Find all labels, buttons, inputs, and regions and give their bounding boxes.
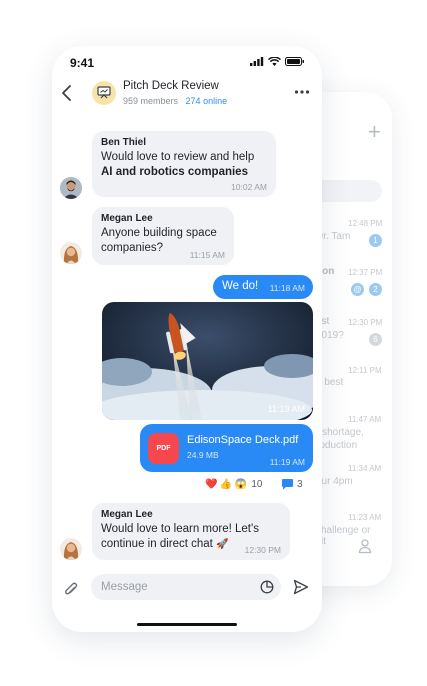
home-indicator <box>137 623 237 626</box>
presentation-board-icon <box>97 86 111 99</box>
signal-icon <box>250 57 264 66</box>
message-time: 11:18 AM <box>269 283 305 293</box>
status-icons <box>250 57 305 66</box>
message-time: 10:02 AM <box>231 182 267 192</box>
thread-replies[interactable]: 3 <box>281 476 303 492</box>
message-reactions[interactable]: ❤️ 👍 😱 10 <box>205 476 262 492</box>
unread-badge: 6 <box>369 333 382 346</box>
more-options-icon[interactable] <box>294 88 310 96</box>
message-text: Would love to review and help <box>101 151 255 163</box>
status-time: 9:41 <box>70 56 95 70</box>
chat-list-row-time: 12:48 PM <box>348 219 383 228</box>
message-text: Would love to learn more! Let's <box>101 523 259 535</box>
avatar[interactable] <box>60 177 82 199</box>
message-text-line2-content: continue in direct chat <box>101 538 213 550</box>
comment-icon <box>282 479 293 490</box>
paperclip-icon[interactable] <box>63 580 79 598</box>
avatar[interactable] <box>60 242 82 264</box>
message-bubble[interactable]: Megan Lee Would love to learn more! Let'… <box>92 503 290 560</box>
outgoing-message-bubble[interactable]: We do! 11:18 AM <box>213 275 313 299</box>
wifi-icon <box>268 57 281 66</box>
rocket-launch-photo <box>102 302 313 420</box>
chat-list-row-time: 12:30 PM <box>348 318 383 327</box>
user-avatar-icon <box>60 538 82 560</box>
group-title: Pitch Deck Review <box>123 80 219 92</box>
avatar[interactable] <box>60 538 82 560</box>
chat-list-row-preview: r shortage, <box>316 427 364 438</box>
online-count: 274 online <box>185 96 228 106</box>
group-avatar[interactable] <box>92 81 116 105</box>
profile-icon[interactable] <box>357 538 373 554</box>
unread-badge: 2 <box>369 283 382 296</box>
message-bubble[interactable]: Ben Thiel Would love to review and help … <box>92 131 276 197</box>
message-time: 11:15 AM <box>189 250 225 260</box>
user-avatar-icon <box>60 177 82 199</box>
sticker-icon[interactable] <box>260 580 274 594</box>
message-time: 11:19 AM <box>269 457 305 467</box>
image-time: 11:19 AM <box>267 404 305 414</box>
back-arrow-icon[interactable] <box>59 83 75 103</box>
chat-header: Pitch Deck Review 959 members 274 online <box>52 76 322 116</box>
message-input[interactable] <box>91 574 281 600</box>
new-chat-plus-icon[interactable]: + <box>368 121 381 143</box>
chat-list-row-preview-line2: roduction <box>316 440 358 451</box>
message-composer <box>52 570 322 606</box>
message-text: Anyone building space <box>101 227 217 239</box>
message-bubble[interactable]: Megan Lee Anyone building space companie… <box>92 207 234 265</box>
send-icon[interactable] <box>293 579 309 595</box>
scream-reaction-icon: 😱 <box>234 478 248 490</box>
file-message[interactable]: PDF EdisonSpace Deck.pdf 24.9 MB 11:19 A… <box>140 424 313 472</box>
main-chat-screen: 9:41 Pitch Deck Review 959 members 274 o… <box>52 46 322 632</box>
chat-list-row-time: 12:11 PM <box>348 366 382 375</box>
unread-badge: 1 <box>369 234 382 247</box>
chat-list-row-time: 12:37 PM <box>348 268 383 277</box>
pdf-file-icon: PDF <box>148 433 179 464</box>
message-sender: Ben Thiel <box>101 137 147 148</box>
user-avatar-icon <box>60 242 82 264</box>
message-sender: Megan Lee <box>101 213 153 224</box>
reply-count: 3 <box>297 478 303 490</box>
message-text: We do! <box>222 280 259 292</box>
chat-list-row-time: 11:34 AM <box>348 464 382 473</box>
heart-reaction-icon: ❤️ <box>205 478 218 490</box>
group-member-info: 959 members 274 online <box>123 96 227 106</box>
battery-icon <box>285 57 304 66</box>
mention-icon: @ <box>351 283 364 296</box>
file-name: EdisonSpace Deck.pdf <box>187 434 299 446</box>
image-message[interactable]: 11:19 AM <box>102 302 313 420</box>
file-size: 24.9 MB <box>187 450 219 460</box>
member-count: 959 members <box>123 96 179 106</box>
chat-list-row-time: 11:47 AM <box>348 415 382 424</box>
thumbs-up-reaction-icon: 👍 <box>219 478 232 490</box>
message-time: 12:30 PM <box>244 545 281 555</box>
reaction-count: 10 <box>251 478 263 490</box>
chat-list-row-preview: challenge or <box>316 525 371 536</box>
rocket-emoji-icon: 🚀 <box>216 539 229 550</box>
message-text-bold: AI and robotics companies <box>101 166 248 178</box>
message-sender: Megan Lee <box>101 509 153 520</box>
chat-list-row-time: 11:23 AM <box>348 513 382 522</box>
